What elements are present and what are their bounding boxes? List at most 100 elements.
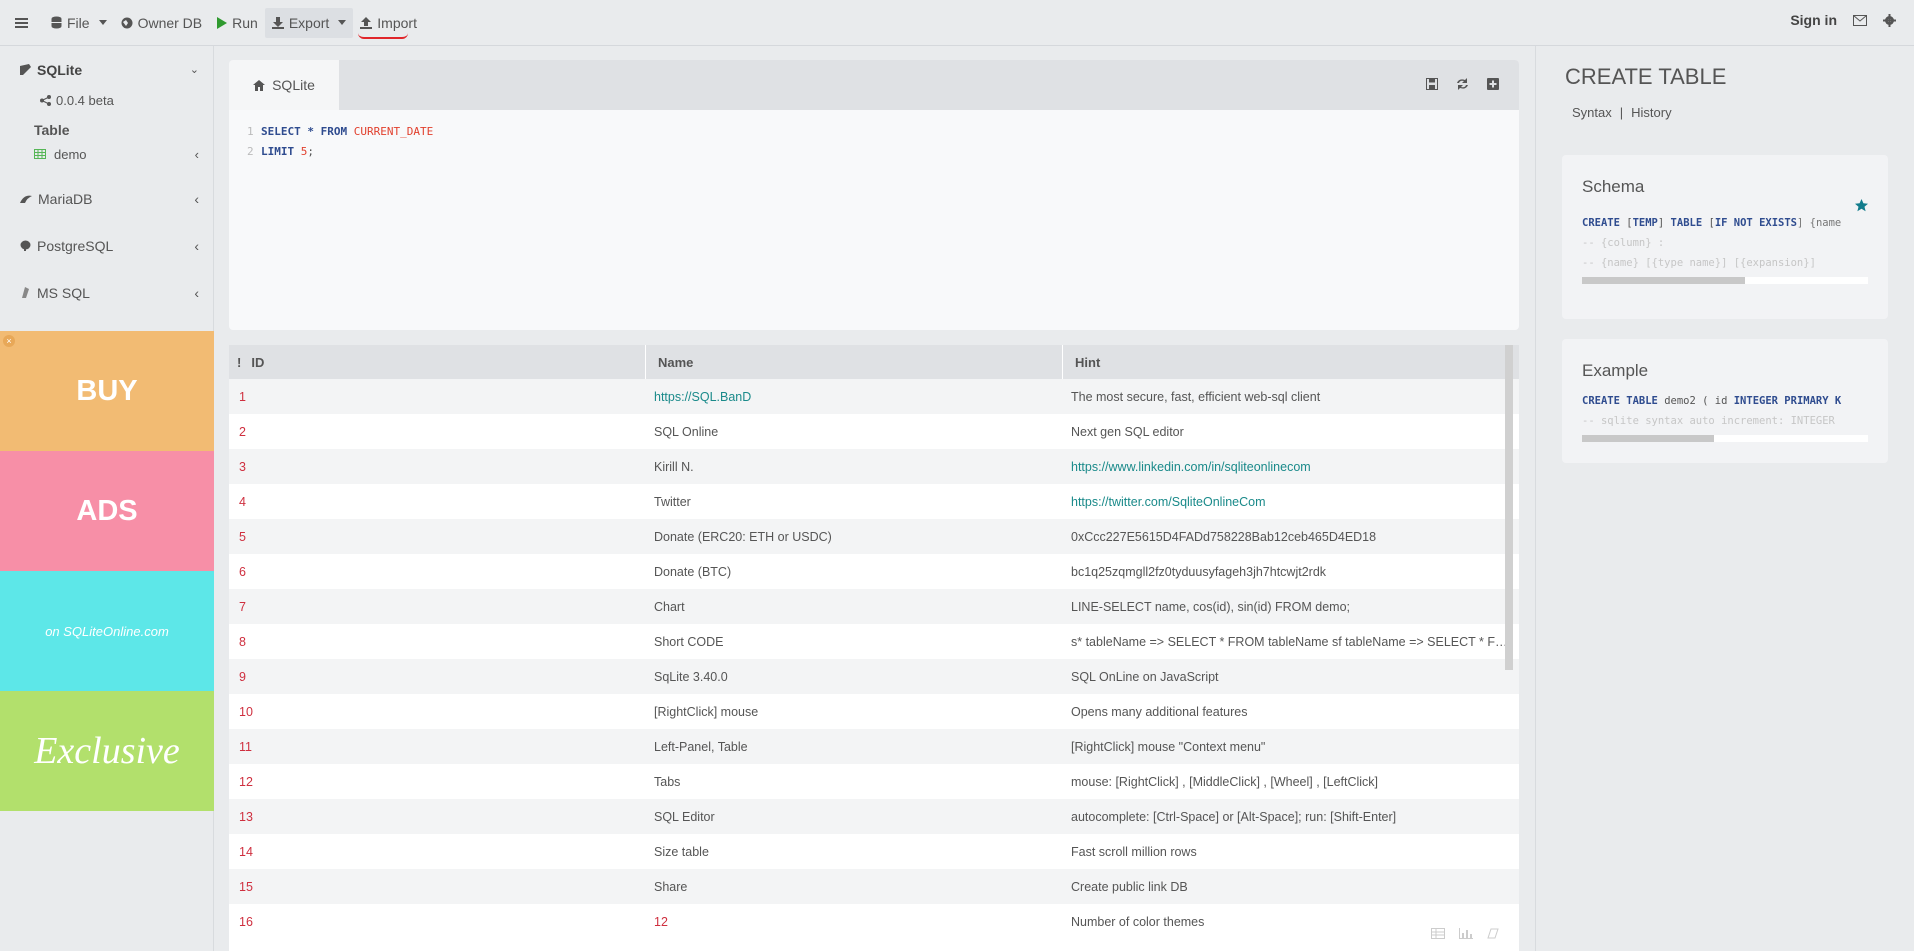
example-scroll-thumb[interactable] bbox=[1582, 435, 1714, 442]
gear-icon[interactable] bbox=[1883, 13, 1896, 27]
cell-hint[interactable]: Opens many additional features bbox=[1063, 705, 1508, 719]
sidebar-item-mssql[interactable]: MS SQL ‹ bbox=[0, 269, 213, 316]
table-row[interactable]: 9 SqLite 3.40.0 SQL OnLine on JavaScript bbox=[229, 659, 1519, 694]
table-row[interactable]: 14 Size table Fast scroll million rows bbox=[229, 834, 1519, 869]
cell-name[interactable]: SQL Editor bbox=[646, 810, 1063, 824]
table-row[interactable]: 5 Donate (ERC20: ETH or USDC) 0xCcc227E561… bbox=[229, 519, 1519, 554]
close-icon[interactable]: × bbox=[3, 335, 15, 347]
cell-hint[interactable]: The most secure, fast, efficient web-sql… bbox=[1063, 390, 1508, 404]
sidebar-item-mariadb[interactable]: MariaDB ‹ bbox=[0, 175, 213, 222]
cell-hint[interactable]: Create public link DB bbox=[1063, 880, 1508, 894]
cell-name[interactable]: Left-Panel, Table bbox=[646, 740, 1063, 754]
schema-scroll-thumb[interactable] bbox=[1582, 277, 1746, 284]
cell-hint[interactable]: mouse: [RightClick] , [MiddleClick] , [W… bbox=[1063, 775, 1508, 789]
table-row[interactable]: 6 Donate (BTC) bc1q25zqmgll2fz0tyduusyfage… bbox=[229, 554, 1519, 589]
cell-name[interactable]: SQL Online bbox=[646, 425, 1063, 439]
cell-name[interactable]: Donate (BTC) bbox=[646, 565, 1063, 579]
column-header-name[interactable]: Name bbox=[646, 345, 1063, 379]
cell-name[interactable]: Size table bbox=[646, 845, 1063, 859]
ad-buy-banner[interactable]: × BUY bbox=[0, 331, 214, 451]
table-row[interactable]: 1 https://SQL.BanD The most secure, fast, … bbox=[229, 379, 1519, 414]
cell-id[interactable]: 8 bbox=[229, 635, 646, 649]
cell-id[interactable]: 6 bbox=[229, 565, 646, 579]
cell-id[interactable]: 3 bbox=[229, 460, 646, 474]
cell-hint[interactable]: https://twitter.com/SqliteOnlineCom bbox=[1063, 495, 1508, 509]
cell-hint[interactable]: s* tableName => SELECT * FROM tableName … bbox=[1063, 635, 1508, 649]
cell-hint[interactable]: LINE-SELECT name, cos(id), sin(id) FROM … bbox=[1063, 600, 1508, 614]
sidebar-item-postgresql[interactable]: PostgreSQL ‹ bbox=[0, 222, 213, 269]
table-row[interactable]: 12 Tabs mouse: [RightClick] , [MiddleClick… bbox=[229, 764, 1519, 799]
cell-id[interactable]: 2 bbox=[229, 425, 646, 439]
table-row[interactable]: 8 Short CODE s* tableName => SELECT * FROM… bbox=[229, 624, 1519, 659]
chart-view-icon[interactable] bbox=[1459, 928, 1473, 939]
table-row[interactable]: 16 12 Number of color themes bbox=[229, 904, 1519, 939]
ad-ads-banner[interactable]: ADS bbox=[0, 451, 214, 571]
cell-name[interactable]: Kirill N. bbox=[646, 460, 1063, 474]
owner-db-button[interactable]: Owner DB bbox=[114, 8, 210, 38]
table-row[interactable]: 11 Left-Panel, Table [RightClick] mouse "C… bbox=[229, 729, 1519, 764]
cell-hint[interactable]: Fast scroll million rows bbox=[1063, 845, 1508, 859]
table-row[interactable]: 7 Chart LINE-SELECT name, cos(id), sin(id)… bbox=[229, 589, 1519, 624]
ad-exclusive-banner[interactable]: Exclusive bbox=[0, 691, 214, 811]
cell-hint[interactable]: SQL OnLine on JavaScript bbox=[1063, 670, 1508, 684]
cell-id[interactable]: 4 bbox=[229, 495, 646, 509]
cell-name[interactable]: [RightClick] mouse bbox=[646, 705, 1063, 719]
cell-id[interactable]: 13 bbox=[229, 810, 646, 824]
cell-hint[interactable]: [RightClick] mouse "Context menu" bbox=[1063, 740, 1508, 754]
cell-hint[interactable]: Number of color themes bbox=[1063, 915, 1508, 929]
table-row[interactable]: 13 SQL Editor autocomplete: [Ctrl-Space] o… bbox=[229, 799, 1519, 834]
cell-id[interactable]: 7 bbox=[229, 600, 646, 614]
cell-hint[interactable]: https://www.linkedin.com/in/sqliteonline… bbox=[1063, 460, 1508, 474]
schema-scrollbar[interactable] bbox=[1582, 277, 1868, 284]
cell-id[interactable]: 12 bbox=[229, 775, 646, 789]
table-row[interactable]: 15 Share Create public link DB bbox=[229, 869, 1519, 904]
ad-site-banner[interactable]: on SQLiteOnline.com bbox=[0, 571, 214, 691]
cell-name[interactable]: Chart bbox=[646, 600, 1063, 614]
cell-hint[interactable]: bc1q25zqmgll2fz0tyduusyfageh3jh7htcwjt2r… bbox=[1063, 565, 1508, 579]
cell-name[interactable]: Short CODE bbox=[646, 635, 1063, 649]
cell-id[interactable]: 10 bbox=[229, 705, 646, 719]
syntax-tab[interactable]: Syntax bbox=[1572, 105, 1612, 120]
sql-code-area[interactable]: 1 SELECT * FROM CURRENT_DATE 2 LIMIT 5; bbox=[229, 110, 1519, 162]
cell-id[interactable]: 9 bbox=[229, 670, 646, 684]
history-tab[interactable]: History bbox=[1631, 105, 1671, 120]
table-row[interactable]: 2 SQL Online Next gen SQL editor bbox=[229, 414, 1519, 449]
cell-id[interactable]: 11 bbox=[229, 740, 646, 754]
column-header-id[interactable]: ! ID bbox=[229, 345, 646, 379]
cell-name[interactable]: SqLite 3.40.0 bbox=[646, 670, 1063, 684]
cell-name[interactable]: Donate (ERC20: ETH or USDC) bbox=[646, 530, 1063, 544]
table-row[interactable]: 3 Kirill N. https://www.linkedin.com/in/sq… bbox=[229, 449, 1519, 484]
grid-scrollbar[interactable] bbox=[1505, 345, 1513, 670]
example-scrollbar[interactable] bbox=[1582, 435, 1868, 442]
cell-id[interactable]: 15 bbox=[229, 880, 646, 894]
sign-in-link[interactable]: Sign in bbox=[1790, 12, 1837, 28]
cell-name[interactable]: https://SQL.BanD bbox=[646, 390, 1063, 404]
refresh-icon[interactable] bbox=[1456, 78, 1469, 90]
cell-name[interactable]: Twitter bbox=[646, 495, 1063, 509]
cell-name[interactable]: Share bbox=[646, 880, 1063, 894]
column-header-hint[interactable]: Hint bbox=[1063, 345, 1508, 379]
envelope-icon[interactable] bbox=[1853, 14, 1867, 26]
table-row[interactable]: 4 Twitter https://twitter.com/SqliteOnline… bbox=[229, 484, 1519, 519]
cell-id[interactable]: 5 bbox=[229, 530, 646, 544]
menu-button[interactable] bbox=[8, 8, 36, 38]
cell-name[interactable]: 12 bbox=[646, 915, 1063, 929]
cell-hint[interactable]: 0xCcc227E5615D4FADd758228Bab12ceb465D4ED… bbox=[1063, 530, 1508, 544]
table-view-icon[interactable] bbox=[1431, 928, 1445, 939]
cell-id[interactable]: 1 bbox=[229, 390, 646, 404]
export-menu-button[interactable]: Export bbox=[264, 7, 354, 38]
keyword: FROM bbox=[320, 125, 348, 138]
add-tab-icon[interactable] bbox=[1487, 78, 1499, 90]
cell-id[interactable]: 16 bbox=[229, 915, 646, 929]
text-view-icon[interactable] bbox=[1487, 928, 1499, 939]
cell-hint[interactable]: autocomplete: [Ctrl-Space] or [Alt-Space… bbox=[1063, 810, 1508, 824]
sidebar-table-demo[interactable]: demo ‹ bbox=[0, 139, 213, 169]
save-icon[interactable] bbox=[1426, 78, 1438, 90]
table-row[interactable]: 10 [RightClick] mouse Opens many additiona… bbox=[229, 694, 1519, 729]
run-button[interactable]: Run bbox=[209, 8, 265, 38]
cell-id[interactable]: 14 bbox=[229, 845, 646, 859]
tab-sqlite[interactable]: SQLite bbox=[229, 60, 339, 110]
file-menu-button[interactable]: File bbox=[44, 8, 114, 38]
cell-hint[interactable]: Next gen SQL editor bbox=[1063, 425, 1508, 439]
cell-name[interactable]: Tabs bbox=[646, 775, 1063, 789]
